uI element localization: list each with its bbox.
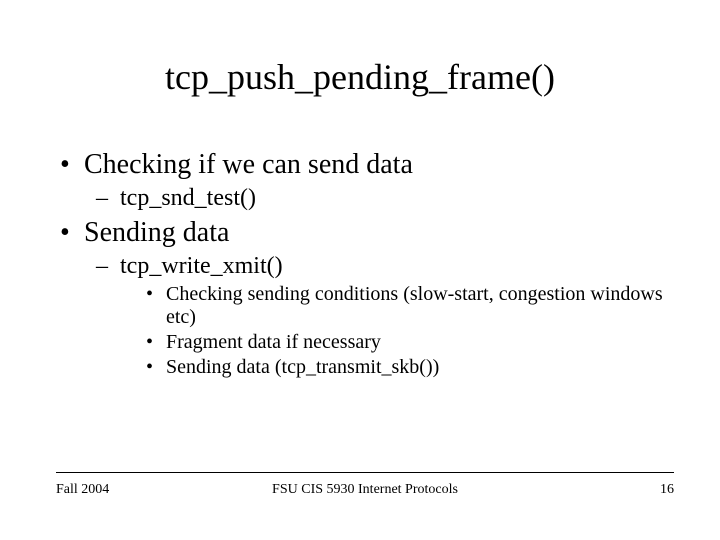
- bullet-level3: Sending data (tcp_transmit_skb()): [60, 356, 670, 379]
- bullet-level2: tcp_snd_test(): [60, 185, 670, 213]
- footer-divider: [56, 472, 674, 473]
- bullet-level1: Checking if we can send data: [60, 149, 670, 181]
- bullet-level3: Checking sending conditions (slow-start,…: [60, 283, 670, 329]
- bullet-level1: Sending data: [60, 217, 670, 249]
- slide: tcp_push_pending_frame() Checking if we …: [0, 0, 720, 540]
- bullet-level2: tcp_write_xmit(): [60, 253, 670, 281]
- footer-center: FSU CIS 5930 Internet Protocols: [56, 482, 674, 498]
- slide-body: Checking if we can send data tcp_snd_tes…: [60, 145, 670, 381]
- slide-footer: Fall 2004 FSU CIS 5930 Internet Protocol…: [56, 482, 674, 498]
- bullet-level3: Fragment data if necessary: [60, 331, 670, 354]
- slide-title: tcp_push_pending_frame(): [0, 56, 720, 98]
